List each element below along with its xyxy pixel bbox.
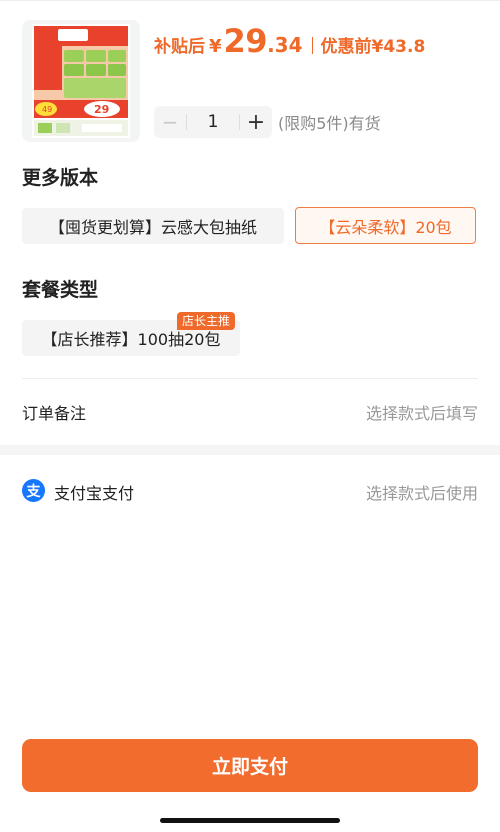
price-separator bbox=[311, 36, 313, 54]
payment-method-label: 支付宝支付 bbox=[54, 484, 135, 503]
quantity-value[interactable]: 1 bbox=[187, 112, 239, 132]
price-row: 补贴后 ¥ 29 .34 优惠前 ¥43.8 bbox=[154, 22, 425, 62]
image-old-price: 49 bbox=[42, 105, 52, 114]
stock-status: (限购5件)有货 bbox=[278, 114, 381, 133]
version-option-2[interactable]: 【云朵柔软】20包 bbox=[295, 207, 476, 244]
quantity-stepper: − 1 + bbox=[154, 106, 272, 138]
alipay-icon: 支 bbox=[22, 479, 45, 502]
order-remark-value[interactable]: 选择款式后填写 bbox=[366, 400, 478, 424]
currency-symbol: ¥ bbox=[209, 36, 222, 57]
order-remark-label: 订单备注 bbox=[22, 404, 87, 423]
increase-button[interactable]: + bbox=[240, 106, 272, 138]
home-indicator bbox=[160, 818, 340, 823]
subsidy-price-label: 补贴后 bbox=[154, 37, 205, 57]
versions-title: 更多版本 bbox=[22, 167, 99, 189]
original-price-label: 优惠前 bbox=[320, 37, 372, 57]
top-divider bbox=[0, 0, 500, 1]
price-decimal: .34 bbox=[267, 33, 303, 57]
version-option-1[interactable]: 【囤货更划算】云感大包抽纸 bbox=[22, 208, 284, 244]
product-image[interactable]: 49 29 bbox=[22, 20, 140, 142]
payment-method-value[interactable]: 选择款式后使用 bbox=[366, 480, 478, 504]
pay-now-button[interactable]: 立即支付 bbox=[22, 739, 478, 792]
package-title: 套餐类型 bbox=[22, 279, 99, 301]
section-divider bbox=[22, 378, 478, 379]
image-price-tag: 29 bbox=[94, 103, 109, 116]
section-gap bbox=[0, 445, 500, 455]
price-integer: 29 bbox=[223, 22, 268, 60]
original-price: ¥43.8 bbox=[371, 37, 426, 57]
decrease-button[interactable]: − bbox=[154, 106, 186, 138]
recommend-badge: 店长主推 bbox=[177, 312, 236, 330]
